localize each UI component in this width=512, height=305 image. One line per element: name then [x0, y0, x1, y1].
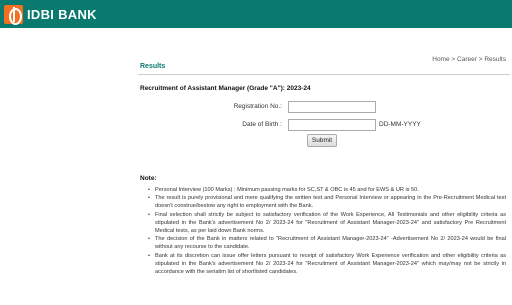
bank-logo[interactable]: IDBI BANK — [4, 4, 97, 25]
list-item: Final selection shall strictly be subjec… — [148, 211, 506, 236]
divider — [138, 74, 510, 75]
breadcrumb-home[interactable]: Home — [432, 56, 449, 63]
header-bar: IDBI BANK — [0, 0, 512, 28]
breadcrumb-career[interactable]: Career — [457, 56, 477, 63]
breadcrumb-current: Results — [484, 56, 506, 63]
page-title: Results — [140, 63, 166, 70]
dob-format-hint: DD-MM-YYYY — [379, 121, 421, 128]
breadcrumb: Home > Career > Results — [432, 56, 506, 63]
list-item: Personal Interview (100 Marks) : Minimum… — [148, 186, 506, 194]
list-item: The result is purely provisional and mer… — [148, 194, 506, 210]
submit-button[interactable]: Submit — [307, 134, 337, 147]
notes-list: Personal Interview (100 Marks) : Minimum… — [148, 186, 506, 276]
recruitment-title: Recruitment of Assistant Manager (Grade … — [140, 85, 311, 92]
registration-input[interactable] — [288, 101, 376, 113]
list-item: Bank at its discretion can issue offer l… — [148, 252, 506, 277]
breadcrumb-separator: > — [449, 56, 458, 63]
list-item: The decision of the Bank in matters rela… — [148, 235, 506, 251]
dob-label: Date of Birth : — [242, 121, 282, 128]
registration-label: Registration No.: — [233, 103, 282, 110]
dob-input[interactable] — [288, 119, 376, 131]
idbi-logo-icon — [4, 4, 23, 25]
note-title: Note: — [140, 175, 157, 182]
bank-name: IDBI BANK — [27, 6, 97, 22]
